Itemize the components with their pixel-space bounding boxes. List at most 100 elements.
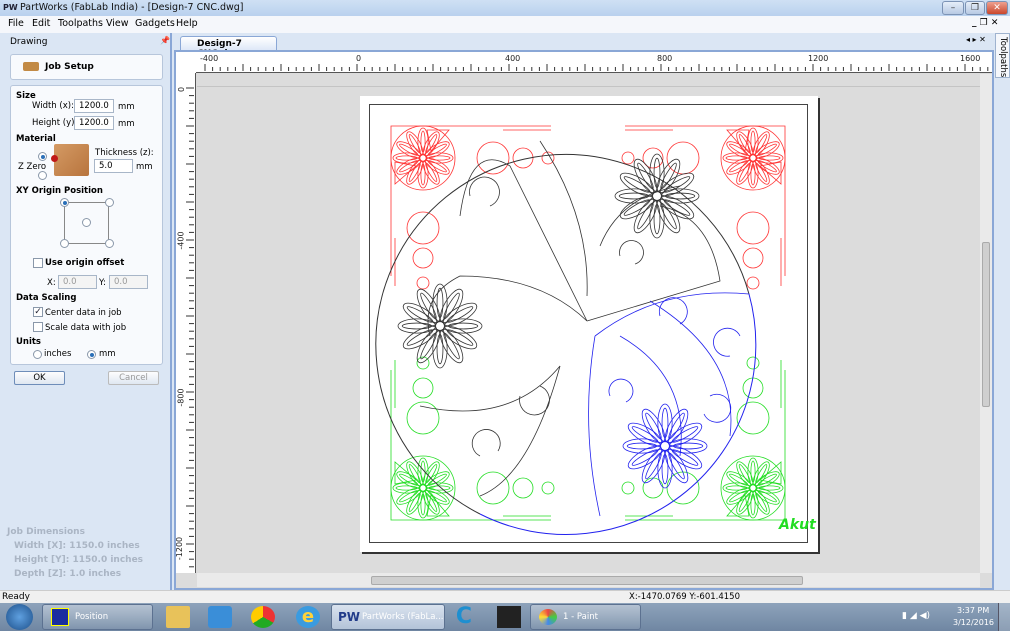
origin-center-radio[interactable]	[82, 218, 91, 227]
origin-top-right-radio[interactable]	[105, 198, 114, 207]
corner-bottom-left-flower	[392, 457, 454, 519]
thickness-unit: mm	[136, 162, 153, 172]
taskbar: Position e PW PartWorks (FabLa... C 1 - …	[0, 603, 1010, 631]
scale-data-label: Scale data with job	[45, 323, 127, 333]
taskbar-partworks[interactable]: PW PartWorks (FabLa...	[331, 604, 445, 630]
close-button[interactable]: ✕	[986, 1, 1008, 15]
tray-icons[interactable]: ▮ ◢ ◀)	[902, 611, 930, 621]
title-bar: PW PartWorks (FabLab India) - [Design-7 …	[0, 0, 1010, 16]
material-block-icon	[23, 62, 39, 71]
menu-toolpaths[interactable]: Toolpaths	[58, 18, 103, 29]
explorer-icon[interactable]	[166, 606, 190, 628]
units-heading: Units	[16, 337, 41, 347]
corner-top-left	[390, 125, 555, 290]
corner-top-left-flower	[392, 127, 454, 189]
origin-bottom-right-radio[interactable]	[105, 239, 114, 248]
chrome-icon[interactable]	[251, 606, 275, 628]
pin-icon[interactable]: 📌	[160, 36, 170, 45]
origin-top-left-radio[interactable]	[60, 198, 69, 207]
medallion-outline-blue	[479, 293, 757, 535]
offset-x-label: X:	[47, 278, 56, 288]
z-zero-top-radio[interactable]	[38, 152, 47, 161]
status-bar: Ready X:-1470.0769 Y:-601.4150	[0, 590, 1010, 603]
width-input[interactable]: 1200.0	[74, 99, 114, 113]
mm-label: mm	[99, 349, 116, 359]
menu-file[interactable]: File	[8, 18, 24, 29]
menu-gadgets[interactable]: Gadgets	[135, 18, 175, 29]
corner-bottom-left	[390, 356, 555, 521]
center-data-checkbox[interactable]: ✓	[33, 307, 43, 317]
signature-text: Akut	[779, 517, 816, 533]
panel-title: Drawing	[10, 37, 48, 47]
center-data-label: Center data in job	[45, 308, 122, 318]
vruler-label: -1200	[175, 536, 185, 561]
minimize-button[interactable]: –	[942, 1, 964, 15]
job-setup-title: Job Setup	[45, 62, 94, 72]
vertical-ruler: 0 -400 -800 -1200	[175, 73, 196, 573]
tab-design-7[interactable]: Design-7 CNC.dwg	[180, 36, 277, 59]
toolpaths-side-tab[interactable]: Toolpaths	[995, 33, 1010, 78]
cnc-app-icon[interactable]	[497, 606, 521, 628]
design-vectors[interactable]	[360, 96, 818, 552]
toolpaths-tab-label: Toolpaths	[998, 37, 1008, 78]
taskbar-paint[interactable]: 1 - Paint	[530, 604, 641, 630]
vertical-scroll-thumb[interactable]	[982, 242, 990, 407]
size-heading: Size	[16, 91, 36, 101]
window-title: PartWorks (FabLab India) - [Design-7 CNC…	[20, 2, 244, 13]
thickness-input[interactable]: 5.0	[94, 159, 133, 173]
start-button[interactable]	[6, 604, 33, 630]
vruler-label: -400	[176, 231, 186, 250]
height-input[interactable]: 1200.0	[74, 116, 114, 130]
material-preview	[54, 144, 89, 176]
cancel-button[interactable]: Cancel	[108, 371, 159, 385]
hruler-label: 0	[356, 54, 362, 63]
menu-help[interactable]: Help	[176, 18, 198, 29]
position-app-icon	[51, 608, 69, 626]
app-logo: PW	[3, 3, 18, 12]
flower-top	[614, 153, 700, 239]
show-desktop-button[interactable]	[998, 603, 1010, 631]
clock-date[interactable]: 3/12/2016	[953, 618, 994, 627]
vruler-label: -800	[176, 388, 186, 407]
job-setup-form: Size Width (x): 1200.0 mm Height (y): 12…	[10, 85, 163, 365]
use-origin-offset-checkbox[interactable]	[33, 258, 43, 268]
vruler-label: 0	[177, 86, 187, 93]
mm-radio[interactable]	[87, 350, 96, 359]
horizontal-scrollbar[interactable]	[197, 573, 980, 587]
media-player-icon[interactable]	[208, 606, 232, 628]
menu-bar: File Edit Toolpaths View Gadgets Help _ …	[0, 16, 1010, 33]
menu-edit[interactable]: Edit	[32, 18, 50, 29]
taskbar-position[interactable]: Position	[42, 604, 153, 630]
job-width: Width [X]: 1150.0 inches	[14, 541, 140, 551]
partworks-icon: PW	[338, 610, 361, 624]
inches-radio[interactable]	[33, 350, 42, 359]
horizontal-ruler: -400 0 400 800 1200 1600	[196, 52, 992, 73]
restore-button[interactable]: ❐	[965, 1, 985, 15]
scale-data-checkbox[interactable]	[33, 322, 43, 332]
swirls-blue	[588, 292, 750, 517]
paint-icon	[539, 609, 557, 625]
drawing-canvas[interactable]: Akut	[197, 74, 980, 573]
tab-nav-controls[interactable]: ◂ ▸ ✕	[966, 35, 986, 44]
origin-bottom-left-radio[interactable]	[60, 239, 69, 248]
offset-y-input[interactable]: 0.0	[109, 275, 148, 289]
vertical-scrollbar[interactable]	[980, 74, 992, 573]
mdi-window-controls[interactable]: _ ❐ ✕	[972, 18, 998, 28]
c-app-icon[interactable]: C	[452, 606, 476, 628]
flower-left	[397, 283, 483, 369]
hruler-label: 800	[657, 54, 673, 63]
horizontal-scroll-thumb[interactable]	[371, 576, 803, 585]
height-label: Height (y):	[32, 118, 78, 128]
clock-time[interactable]: 3:37 PM	[957, 606, 989, 615]
offset-x-input[interactable]: 0.0	[58, 275, 97, 289]
ok-button[interactable]: OK	[14, 371, 65, 385]
z-zero-bottom-radio[interactable]	[38, 171, 47, 180]
width-unit: mm	[118, 102, 135, 112]
use-origin-offset-label: Use origin offset	[45, 258, 125, 268]
menu-view[interactable]: View	[106, 18, 129, 29]
internet-explorer-icon[interactable]: e	[296, 606, 320, 628]
corner-top-right	[621, 125, 786, 290]
inches-label: inches	[44, 349, 72, 359]
z-zero-marker-icon	[51, 155, 58, 162]
z-zero-label: Z Zero	[18, 162, 47, 172]
